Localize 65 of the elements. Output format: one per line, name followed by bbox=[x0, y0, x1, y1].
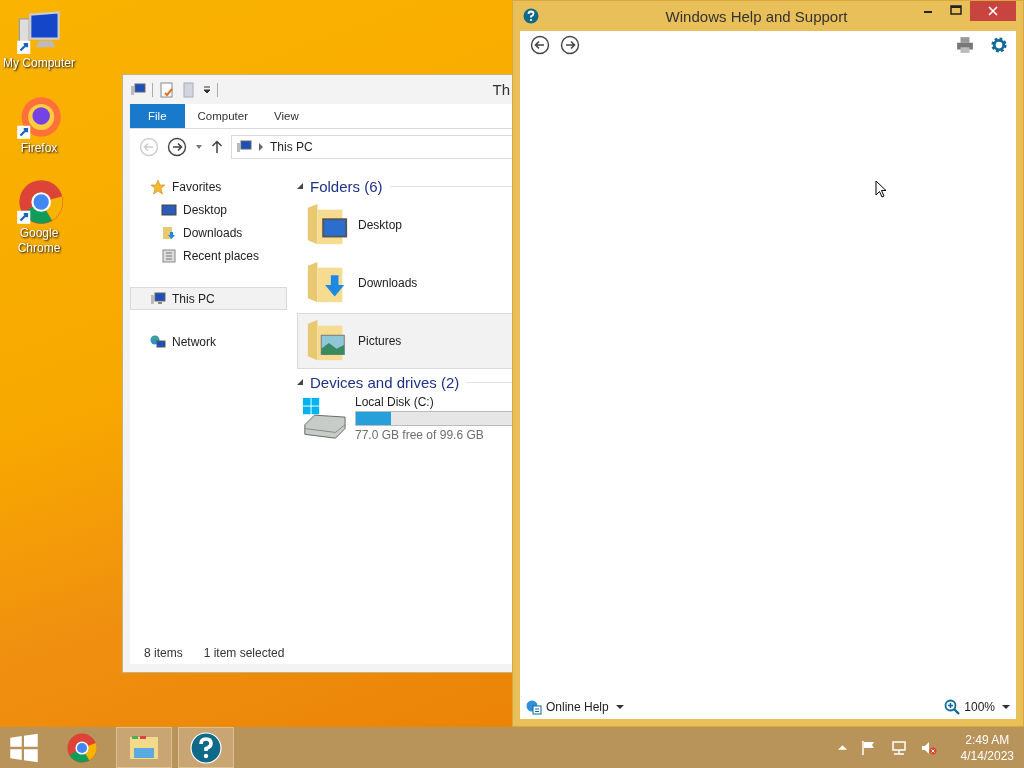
ribbon-tab[interactable]: Computer bbox=[184, 104, 262, 128]
status-text: 1 item selected bbox=[203, 646, 285, 660]
desktop-icon-label: My Computer bbox=[2, 56, 76, 71]
navigation-item[interactable]: Network bbox=[130, 330, 287, 353]
collapse-caret-icon[interactable] bbox=[297, 183, 303, 189]
window-title: Th bbox=[492, 81, 511, 98]
folder-item[interactable]: Pictures bbox=[297, 313, 512, 369]
desktop-icon bbox=[161, 201, 177, 218]
hard-drive-icon[interactable] bbox=[301, 395, 347, 442]
properties-icon[interactable] bbox=[159, 81, 175, 98]
help-taskbar-button[interactable] bbox=[178, 727, 234, 768]
recent-places-icon bbox=[161, 247, 177, 264]
desktop-icon-label: Google Chrome bbox=[16, 226, 62, 256]
clock-date: 4/14/2023 bbox=[960, 747, 1014, 764]
address-text: This PC bbox=[270, 140, 313, 154]
flag-icon[interactable] bbox=[860, 739, 877, 756]
window-title: Windows Help and Support bbox=[664, 7, 849, 25]
caret-icon bbox=[1002, 703, 1010, 711]
navigation-item[interactable]: Downloads bbox=[130, 221, 287, 244]
back-button[interactable] bbox=[530, 35, 550, 55]
help-icon bbox=[190, 731, 222, 764]
folder-item[interactable]: Desktop bbox=[297, 197, 512, 253]
status-text: 8 items bbox=[144, 646, 183, 660]
navigation-item[interactable]: Recent places bbox=[130, 244, 287, 267]
recent-locations-caret-icon[interactable] bbox=[195, 143, 203, 151]
address-bar[interactable]: This PC bbox=[231, 135, 512, 159]
drive-name: Local Disk (C:) bbox=[355, 395, 435, 409]
computer-icon bbox=[236, 139, 252, 155]
desktop-icon-label: Firefox bbox=[19, 141, 59, 156]
chrome-icon bbox=[66, 731, 98, 764]
cursor-icon bbox=[875, 180, 887, 198]
caret-icon bbox=[615, 703, 624, 711]
downloads-icon bbox=[161, 224, 177, 241]
help-icon bbox=[523, 8, 539, 24]
computer-icon bbox=[130, 81, 146, 98]
star-icon bbox=[150, 178, 166, 195]
computer-shortcut-icon[interactable] bbox=[15, 8, 63, 56]
group-header: Devices and drives (2) bbox=[310, 373, 460, 391]
network-icon bbox=[150, 333, 166, 350]
collapse-caret-icon[interactable] bbox=[297, 379, 303, 385]
globe-document-icon bbox=[526, 699, 542, 715]
print-icon[interactable] bbox=[956, 36, 974, 54]
network-icon[interactable] bbox=[890, 739, 907, 756]
ribbon-tab[interactable]: View bbox=[261, 104, 312, 128]
forward-button[interactable] bbox=[167, 137, 187, 157]
chrome-shortcut-icon[interactable] bbox=[15, 178, 63, 226]
up-arrow-icon[interactable] bbox=[211, 140, 223, 154]
breadcrumb-arrow-icon bbox=[258, 143, 264, 151]
file-menu-tab[interactable]: File bbox=[130, 104, 185, 128]
dropdown-icon[interactable] bbox=[203, 85, 211, 94]
zoom-in-icon bbox=[944, 699, 961, 715]
navigation-item[interactable]: Favorites bbox=[130, 175, 287, 198]
windows-logo-icon bbox=[8, 731, 40, 764]
drive-free-space: 77.0 GB free of 99.6 GB bbox=[355, 428, 485, 442]
online-help-button[interactable]: Online Help bbox=[524, 699, 626, 715]
group-header: Folders (6) bbox=[310, 177, 383, 195]
forward-button[interactable] bbox=[560, 35, 580, 55]
folder-item[interactable]: Downloads bbox=[297, 255, 512, 311]
computer-icon bbox=[150, 290, 166, 307]
navigation-item[interactable]: Desktop bbox=[130, 198, 287, 221]
zoom-button[interactable]: 100% bbox=[942, 699, 1012, 715]
clock-time: 2:49 AM bbox=[965, 731, 1010, 748]
show-hidden-icons-caret-icon[interactable] bbox=[837, 744, 847, 751]
settings-icon[interactable] bbox=[990, 36, 1008, 54]
navigation-item[interactable]: This PC bbox=[130, 287, 287, 310]
